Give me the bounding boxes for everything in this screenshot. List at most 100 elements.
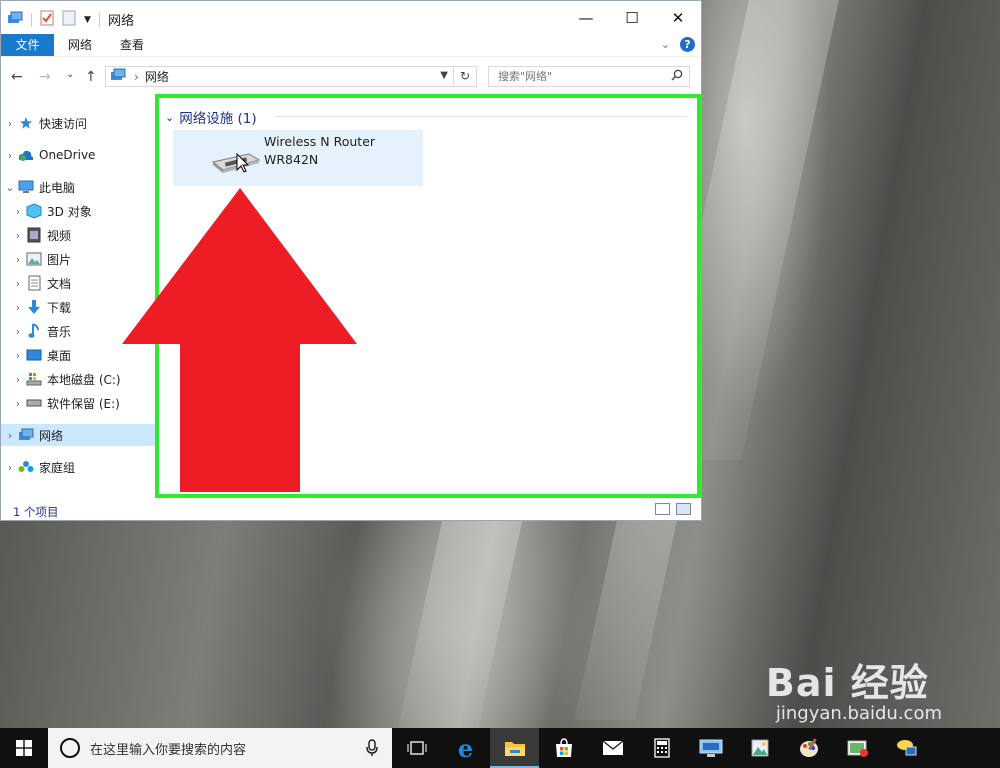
new-folder-icon[interactable] (62, 10, 76, 29)
refresh-button[interactable]: ↻ (453, 67, 476, 86)
pictures-icon (25, 251, 43, 267)
item-count: 1 个项目 (13, 505, 59, 519)
watermark-site: jingyan.baidu.com (775, 703, 942, 724)
chevron-right-icon[interactable]: › (3, 149, 17, 162)
taskbar-search-box[interactable]: 在这里输入你要搜索的内容 (48, 728, 392, 768)
help-button[interactable]: ? (680, 37, 695, 52)
breadcrumb-separator[interactable]: › (134, 70, 139, 84)
expand-ribbon-icon[interactable]: ⌄ (661, 38, 670, 51)
network-icon (17, 427, 35, 443)
search-input[interactable] (496, 69, 665, 84)
file-explorer-icon[interactable] (490, 728, 539, 768)
large-icons-view-icon[interactable] (676, 503, 691, 515)
recent-locations-button[interactable]: ⌄ (66, 69, 74, 80)
onedrive-cloud-icon (17, 147, 35, 163)
quick-access-star-icon (17, 115, 35, 131)
microphone-icon[interactable] (366, 739, 378, 760)
divider (98, 12, 100, 27)
close-button[interactable]: ✕ (655, 1, 701, 34)
search-box[interactable] (488, 66, 690, 87)
homegroup-icon (17, 459, 35, 475)
edge-icon[interactable]: e (441, 728, 490, 768)
taskbar: 在这里输入你要搜索的内容 e (0, 728, 1000, 768)
chevron-down-icon[interactable]: ⌄ (3, 181, 17, 194)
chevron-right-icon[interactable]: › (11, 349, 25, 362)
task-view-icon[interactable] (392, 728, 441, 768)
sidebar-item-label: 本地磁盘 (C:) (47, 372, 121, 387)
watermark-brand: Bai 经验 (765, 661, 929, 705)
sidebar-item-label: 网络 (39, 428, 64, 443)
chevron-right-icon[interactable]: › (11, 229, 25, 242)
sidebar-item-label: 音乐 (47, 324, 72, 339)
view-buttons (655, 503, 691, 515)
tab-view[interactable]: 查看 (106, 34, 158, 56)
documents-icon (25, 275, 43, 291)
divider (31, 12, 32, 27)
chevron-right-icon[interactable]: › (3, 429, 17, 442)
sidebar-item-label: 快速访问 (39, 116, 88, 131)
chevron-right-icon[interactable]: › (11, 373, 25, 386)
chevron-right-icon[interactable]: › (11, 205, 25, 218)
chevron-right-icon[interactable]: › (11, 277, 25, 290)
windows-logo-icon (16, 740, 32, 756)
tab-network[interactable]: 网络 (54, 34, 106, 56)
desktop-icon (25, 347, 43, 363)
customize-toolbar-icon[interactable]: ▼ (84, 15, 91, 25)
chevron-right-icon[interactable]: › (3, 461, 17, 474)
status-bar: 1 个项目 (1, 500, 701, 520)
chevron-right-icon[interactable]: › (11, 325, 25, 338)
sidebar-item-quick-access[interactable]: › 快速访问 (1, 112, 155, 134)
sidebar-item-label: 此电脑 (39, 180, 76, 195)
chevron-right-icon[interactable]: › (11, 253, 25, 266)
sidebar-item-label: 3D 对象 (47, 204, 92, 219)
pictures-app-icon[interactable] (735, 728, 784, 768)
paint-icon[interactable] (784, 728, 833, 768)
remote-desktop-icon[interactable] (686, 728, 735, 768)
details-view-icon[interactable] (655, 503, 670, 515)
baidu-watermark: Bai 经验 jingyan.baidu.com (766, 652, 942, 724)
chevron-right-icon[interactable]: › (11, 397, 25, 410)
quick-access-toolbar: ▼ (7, 10, 100, 29)
address-dropdown-icon[interactable]: ▼ (440, 70, 448, 81)
back-button[interactable]: ← (11, 69, 23, 85)
tab-file[interactable]: 文件 (1, 34, 54, 56)
sidebar-item-onedrive[interactable]: › OneDrive (1, 144, 155, 166)
sidebar-item-label: 软件保留 (E:) (47, 396, 120, 411)
video-icon (25, 227, 43, 243)
sidebar-item-label: 家庭组 (39, 460, 76, 475)
start-button[interactable] (0, 728, 48, 768)
search-icon (671, 69, 683, 84)
red-arrow-annotation (122, 188, 357, 492)
network-icon (110, 68, 126, 85)
mail-icon[interactable] (588, 728, 637, 768)
taskbar-search-placeholder: 在这里输入你要搜索的内容 (90, 742, 247, 758)
sidebar-item-label: 下载 (47, 300, 72, 315)
up-button[interactable]: ↑ (85, 69, 97, 85)
local-disk-icon (25, 371, 43, 387)
maximize-button[interactable]: ☐ (609, 1, 655, 34)
sidebar-item-label: 视频 (47, 228, 72, 243)
music-icon (25, 323, 43, 339)
calculator-icon[interactable] (637, 728, 686, 768)
ribbon-tabs: 文件 网络 查看 ⌄ ? (1, 34, 701, 56)
store-icon[interactable] (539, 728, 588, 768)
network-app-icon[interactable] (882, 728, 931, 768)
photo-app-icon[interactable] (833, 728, 882, 768)
minimize-button[interactable]: — (563, 1, 609, 34)
sidebar-item-label: 桌面 (47, 348, 72, 363)
window-controls: — ☐ ✕ (563, 1, 701, 34)
this-pc-icon (17, 179, 35, 195)
sidebar-item-label: OneDrive (39, 148, 96, 162)
cortana-icon (60, 738, 80, 758)
chevron-right-icon[interactable]: › (3, 117, 17, 130)
properties-icon[interactable] (40, 10, 54, 29)
forward-button[interactable]: → (39, 69, 51, 85)
breadcrumb-network[interactable]: 网络 (145, 68, 169, 85)
address-bar[interactable]: › 网络 ▼ ↻ (105, 66, 477, 87)
network-icon (7, 11, 23, 28)
chevron-right-icon[interactable]: › (11, 301, 25, 314)
title-bar[interactable]: ▼ 网络 — ☐ ✕ (1, 1, 701, 34)
downloads-icon (25, 299, 43, 315)
drive-icon (25, 395, 43, 411)
sidebar-item-label: 图片 (47, 252, 72, 267)
